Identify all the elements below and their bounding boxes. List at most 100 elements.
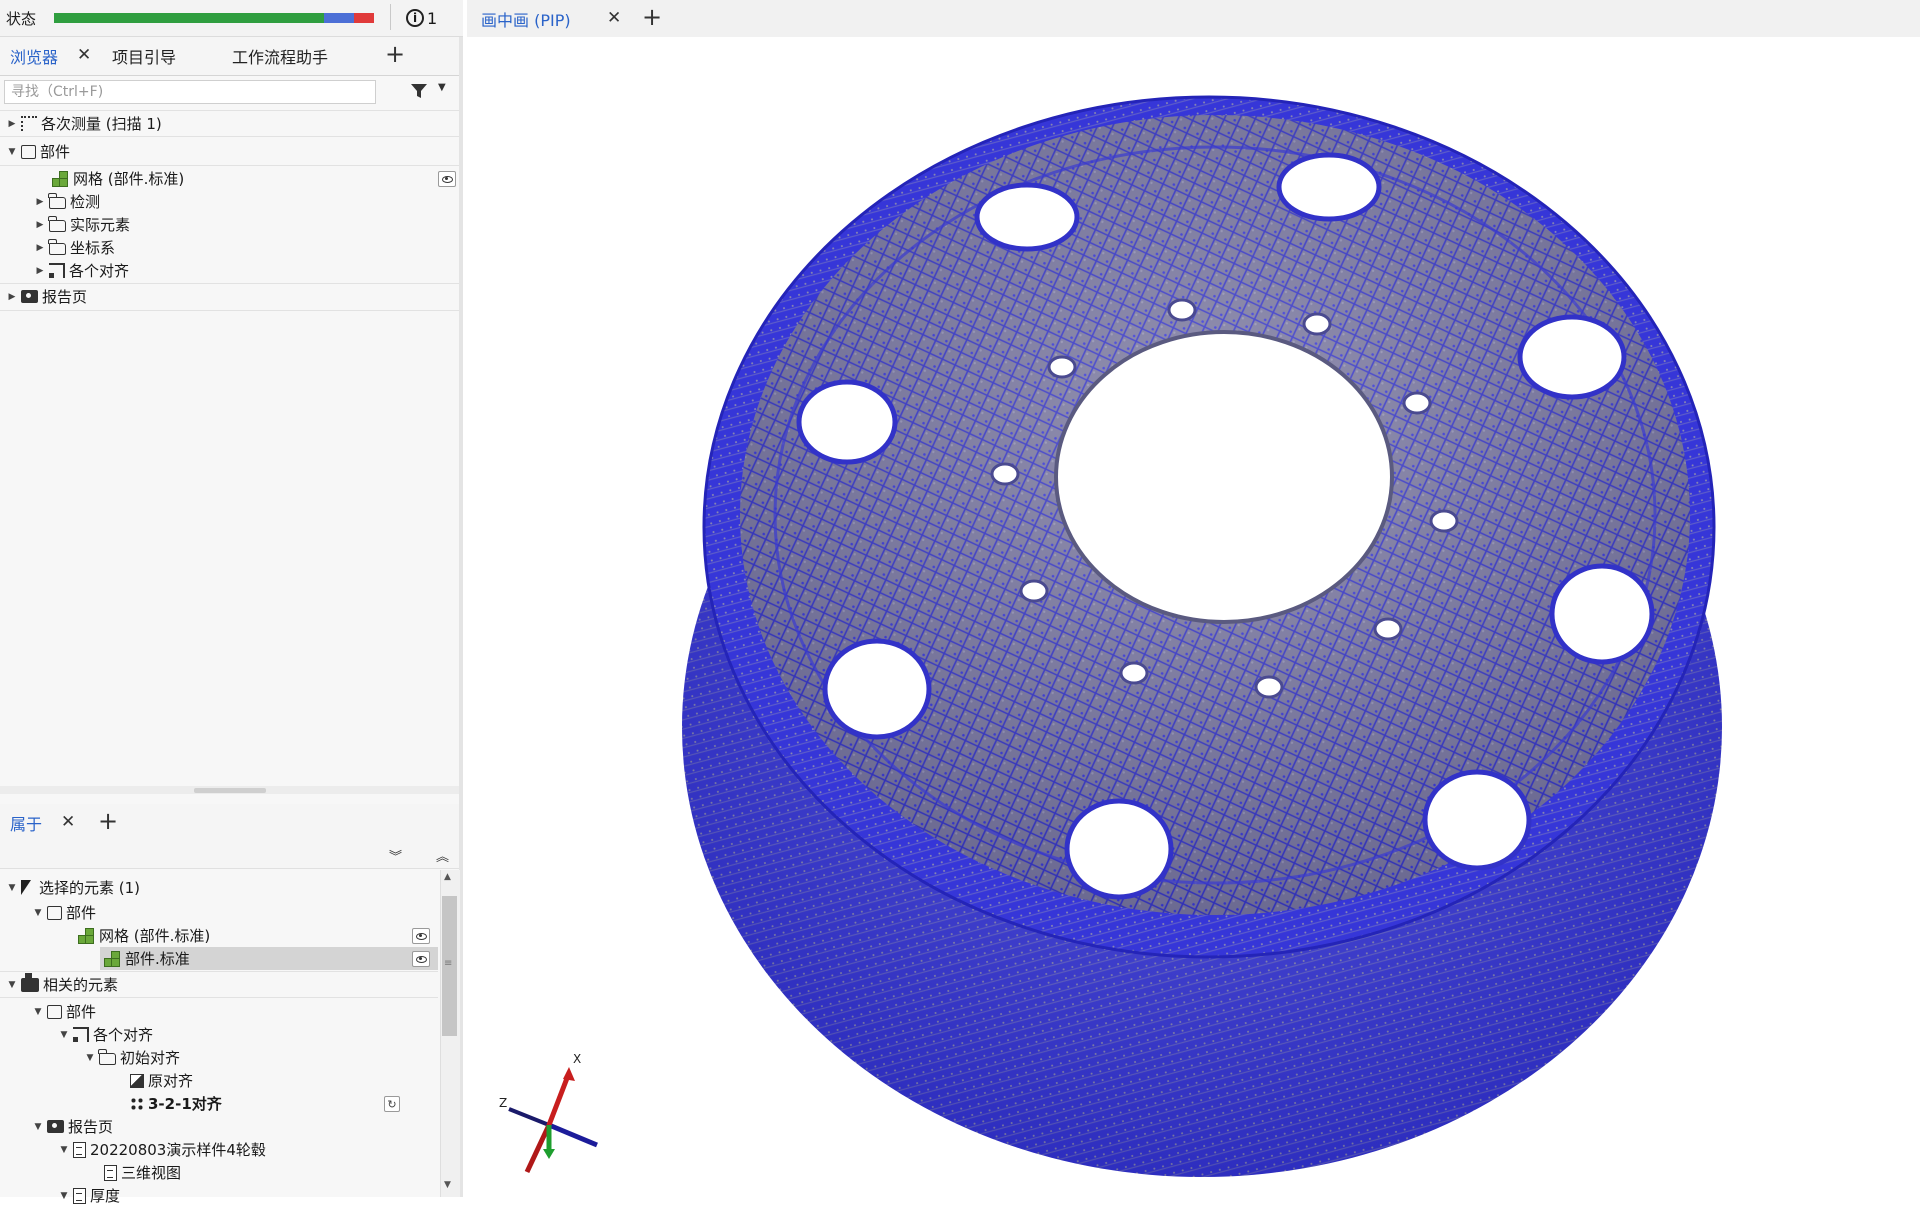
tree-item-measurements[interactable]: ▶ 各次测量 (扫描 1) [6, 112, 162, 135]
document-icon [73, 1187, 86, 1204]
align-icon [73, 1027, 89, 1042]
eye-icon[interactable] [438, 171, 456, 187]
tree-item-alignments[interactable]: ▼ 各个对齐 [58, 1023, 153, 1046]
tree-item-label: 检测 [70, 193, 101, 211]
scroll-up-icon[interactable]: ▲ [444, 872, 451, 882]
tab-workflow-assistant[interactable]: 工作流程助手 [232, 37, 328, 75]
collapse-arrow-icon[interactable]: ▼ [58, 1191, 70, 1201]
tree-item-label: 各个对齐 [69, 262, 130, 280]
folder-icon [48, 215, 66, 232]
tree-item-thickness[interactable]: ▼ 厚度 [58, 1184, 120, 1207]
tree-item-mesh[interactable]: 网格 (部件.标准) [52, 167, 184, 190]
close-icon[interactable]: ✕ [77, 45, 91, 65]
add-tab-plus-icon[interactable]: + [98, 807, 118, 835]
wheel-hub-mesh[interactable] [467, 37, 1920, 1197]
collapse-arrow-icon[interactable]: ▼ [32, 908, 44, 918]
part-icon [47, 905, 62, 920]
divider [0, 971, 438, 972]
tree-item-label: 部件 [66, 1003, 97, 1021]
collapse-arrow-icon[interactable]: ▼ [58, 1145, 70, 1155]
part-icon [21, 144, 36, 159]
tree-item-report-pages[interactable]: ▼ 报告页 [32, 1115, 113, 1138]
tab-browser[interactable]: 浏览器 [10, 37, 58, 75]
tree-item-label: 20220803演示样件4轮毂 [90, 1141, 266, 1159]
cursor-icon [21, 880, 31, 895]
tree-item-label: 3-2-1对齐 [148, 1095, 222, 1113]
properties-tabbar: 属于 ✕ + [0, 804, 459, 843]
axis-z-label: Z [499, 1096, 507, 1110]
tree-item-report-pages[interactable]: ▶ 报告页 [6, 285, 87, 308]
tree-item-parts[interactable]: ▼ 部件 [6, 140, 70, 163]
tree-item-mesh[interactable]: 网格 (部件.标准) [78, 924, 210, 947]
tree-item-inspection[interactable]: ▶ 检测 [34, 190, 100, 213]
collapse-arrow-icon[interactable]: ▼ [6, 980, 18, 990]
tree-item-label: 坐标系 [70, 239, 116, 257]
tab-belongs-to[interactable]: 属于 [10, 804, 42, 842]
divider [0, 283, 459, 284]
tree-item-label: 各个对齐 [93, 1026, 154, 1044]
chevron-down-icon[interactable]: ▼ [438, 82, 446, 93]
expand-arrow-icon[interactable]: ▶ [6, 119, 18, 129]
axis-triad-icon[interactable]: X Z [487, 1037, 607, 1177]
collapse-arrow-icon[interactable]: ▼ [6, 147, 18, 157]
tree-item-parts[interactable]: ▼ 部件 [32, 901, 96, 924]
tree-item-label: 实际元素 [70, 216, 131, 234]
tree-item-alignments[interactable]: ▶ 各个对齐 [34, 259, 129, 282]
search-input[interactable] [4, 80, 376, 104]
camera-icon [47, 1120, 64, 1133]
close-icon[interactable]: ✕ [607, 8, 621, 28]
scroll-down-icon[interactable]: ▼ [444, 1180, 451, 1190]
tree-item-coordinate-systems[interactable]: ▶ 坐标系 [34, 236, 115, 259]
refresh-icon[interactable]: ↻ [384, 1096, 400, 1112]
tree-item-label: 部件.标准 [125, 950, 190, 968]
eye-icon[interactable] [412, 928, 430, 944]
tree-item-part-standard[interactable]: 部件.标准 [104, 947, 190, 970]
status-progress-red [354, 13, 374, 23]
expand-all-icon[interactable]: ︽ [436, 846, 449, 865]
tree-item-label: 选择的元素 (1) [39, 879, 141, 897]
tree-item-label: 网格 (部件.标准) [99, 927, 211, 945]
collapse-arrow-icon[interactable]: ▼ [84, 1053, 96, 1063]
info-button[interactable]: i 1 [406, 6, 437, 30]
3d-viewport[interactable]: X Z [467, 37, 1920, 1197]
status-label: 状态 [6, 10, 37, 28]
expand-arrow-icon[interactable]: ▶ [34, 197, 46, 207]
folder-icon [48, 192, 66, 209]
collapse-arrow-icon[interactable]: ▼ [58, 1030, 70, 1040]
add-tab-plus-icon[interactable]: + [642, 3, 662, 31]
tree-item-selected-elements[interactable]: ▼ 选择的元素 (1) [6, 876, 141, 899]
expand-arrow-icon[interactable]: ▶ [34, 266, 46, 276]
viewport-tabbar: 画中画 (PIP) ✕ + [467, 0, 1920, 38]
collapse-arrow-icon[interactable]: ▼ [6, 883, 18, 893]
tab-pip[interactable]: 画中画 (PIP) [481, 0, 571, 37]
splitter-grip[interactable] [194, 788, 266, 793]
related-elements-icon [21, 972, 39, 992]
eye-icon[interactable] [412, 951, 430, 967]
collapse-arrow-icon[interactable]: ▼ [32, 1122, 44, 1132]
divider [0, 997, 438, 998]
tree-item-label: 三维视图 [121, 1164, 182, 1182]
filter-icon[interactable] [410, 82, 428, 100]
tree-item-initial-alignment[interactable]: ▼ 初始对齐 [84, 1046, 180, 1069]
tree-item-related-elements[interactable]: ▼ 相关的元素 [6, 972, 119, 996]
document-icon [73, 1141, 86, 1158]
tree-item-3d-view[interactable]: 三维视图 [104, 1161, 181, 1184]
tree-item-report-document[interactable]: ▼ 20220803演示样件4轮毂 [58, 1138, 266, 1161]
collapse-all-icon[interactable]: ︾ [389, 846, 402, 865]
tab-project-guide[interactable]: 项目引导 [112, 37, 176, 75]
tree-item-321-alignment[interactable]: 3-2-1对齐 [130, 1092, 222, 1115]
tree-item-label: 相关的元素 [43, 976, 119, 994]
expand-arrow-icon[interactable]: ▶ [34, 220, 46, 230]
tree-item-actual-elements[interactable]: ▶ 实际元素 [34, 213, 130, 236]
info-count: 1 [427, 8, 438, 28]
tree-item-label: 各次测量 (扫描 1) [41, 115, 162, 133]
camera-icon [21, 290, 38, 303]
tree-item-original-alignment[interactable]: 原对齐 [130, 1069, 193, 1092]
info-icon: i [406, 9, 424, 27]
expand-arrow-icon[interactable]: ▶ [6, 292, 18, 302]
collapse-arrow-icon[interactable]: ▼ [32, 1007, 44, 1017]
close-icon[interactable]: ✕ [61, 812, 75, 832]
tree-item-related-parts[interactable]: ▼ 部件 [32, 1000, 96, 1023]
expand-arrow-icon[interactable]: ▶ [34, 243, 46, 253]
add-tab-plus-icon[interactable]: + [385, 40, 405, 68]
